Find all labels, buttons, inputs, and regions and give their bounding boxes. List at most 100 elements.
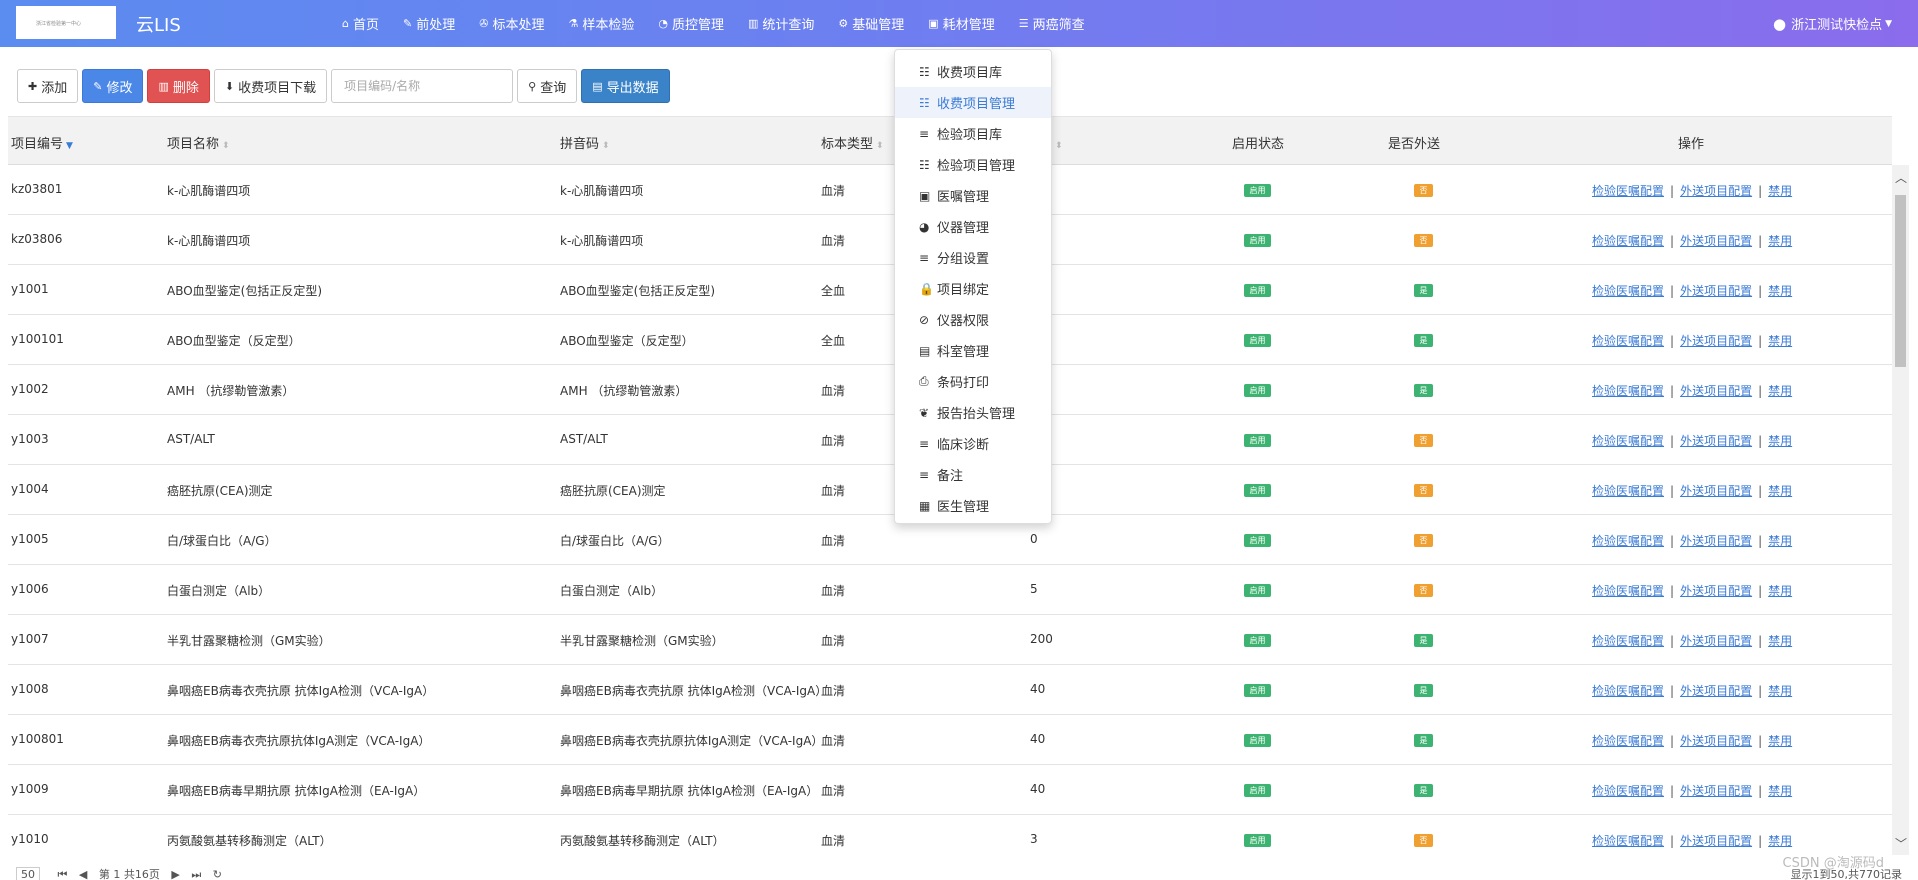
table-row[interactable]: y1009 鼻咽癌EB病毒早期抗原 抗体IgA检测（EA-IgA） 鼻咽癌EB病毒早…: [8, 765, 1892, 815]
config-order-link[interactable]: 检验医嘱配置: [1592, 584, 1664, 598]
outsource-config-link[interactable]: 外送项目配置: [1680, 234, 1752, 248]
config-order-link[interactable]: 检验医嘱配置: [1592, 534, 1664, 548]
outsource-config-link[interactable]: 外送项目配置: [1680, 184, 1752, 198]
config-order-link[interactable]: 检验医嘱配置: [1592, 234, 1664, 248]
cell-name: 半乳甘露聚糖检测（GM实验）: [167, 634, 331, 648]
dropdown-item-1[interactable]: ☷ 收费项目管理: [895, 87, 1051, 118]
dropdown-item-14[interactable]: ▦ 医生管理: [895, 490, 1051, 521]
disable-link[interactable]: 禁用: [1768, 334, 1792, 348]
config-order-link[interactable]: 检验医嘱配置: [1592, 634, 1664, 648]
table-row[interactable]: y100801 鼻咽癌EB病毒衣壳抗原抗体IgA测定（VCA-IgA） 鼻咽癌EB病…: [8, 715, 1892, 765]
dropdown-item-5[interactable]: ◕ 仪器管理: [895, 211, 1051, 242]
nav-item-1[interactable]: ✎ 前处理: [391, 0, 467, 47]
nav-item-5[interactable]: ▥ 统计查询: [736, 0, 826, 47]
config-order-link[interactable]: 检验医嘱配置: [1592, 284, 1664, 298]
config-order-link[interactable]: 检验医嘱配置: [1592, 684, 1664, 698]
vertical-scrollbar[interactable]: ︿ ﹀: [1892, 165, 1909, 855]
config-order-link[interactable]: 检验医嘱配置: [1592, 784, 1664, 798]
scroll-thumb[interactable]: [1895, 195, 1906, 367]
dropdown-item-9[interactable]: ▤ 科室管理: [895, 335, 1051, 366]
disable-link[interactable]: 禁用: [1768, 684, 1792, 698]
dropdown-item-8[interactable]: ⊘ 仪器权限: [895, 304, 1051, 335]
disable-link[interactable]: 禁用: [1768, 734, 1792, 748]
scroll-up-icon[interactable]: ︿: [1895, 169, 1907, 186]
config-order-link[interactable]: 检验医嘱配置: [1592, 384, 1664, 398]
row-actions: 检验医嘱配置 | 外送项目配置 | 禁用: [1592, 582, 1792, 599]
delete-button[interactable]: ▥ 删除: [147, 69, 210, 103]
scroll-down-icon[interactable]: ﹀: [1895, 835, 1907, 852]
page-size-select[interactable]: 50: [16, 867, 40, 880]
disable-link[interactable]: 禁用: [1768, 534, 1792, 548]
prev-page-icon[interactable]: ◀: [79, 868, 87, 880]
outsource-config-link[interactable]: 外送项目配置: [1680, 834, 1752, 848]
col-pinyin[interactable]: 拼音码 ⬍: [560, 133, 610, 152]
dropdown-item-3[interactable]: ☷ 检验项目管理: [895, 149, 1051, 180]
outsource-config-link[interactable]: 外送项目配置: [1680, 334, 1752, 348]
config-order-link[interactable]: 检验医嘱配置: [1592, 734, 1664, 748]
table-row[interactable]: y1010 丙氨酸氨基转移酶测定（ALT） 丙氨酸氨基转移酶测定（ALT） 血清 3 启用…: [8, 815, 1892, 856]
dropdown-item-0[interactable]: ☷ 收费项目库: [895, 56, 1051, 87]
edit-button[interactable]: ✎ 修改: [82, 69, 144, 103]
dropdown-item-11[interactable]: ❦ 报告抬头管理: [895, 397, 1051, 428]
outsource-config-link[interactable]: 外送项目配置: [1680, 584, 1752, 598]
refresh-icon[interactable]: ↻: [213, 868, 222, 880]
dropdown-item-7[interactable]: 🔒 项目绑定: [895, 273, 1051, 304]
config-order-link[interactable]: 检验医嘱配置: [1592, 834, 1664, 848]
disable-link[interactable]: 禁用: [1768, 284, 1792, 298]
outsource-config-link[interactable]: 外送项目配置: [1680, 634, 1752, 648]
outsource-config-link[interactable]: 外送项目配置: [1680, 684, 1752, 698]
outsource-config-link[interactable]: 外送项目配置: [1680, 734, 1752, 748]
disable-link[interactable]: 禁用: [1768, 434, 1792, 448]
nav-item-7[interactable]: ▣ 耗材管理: [916, 0, 1006, 47]
cell-code: y1006: [11, 582, 49, 596]
disable-link[interactable]: 禁用: [1768, 384, 1792, 398]
dropdown-item-13[interactable]: ≡ 备注: [895, 459, 1051, 490]
col-code[interactable]: 项目编号 ▼: [11, 133, 73, 152]
user-menu[interactable]: ● 浙江测试快检点 ▼: [1773, 14, 1892, 34]
dropdown-item-4[interactable]: ▣ 医嘱管理: [895, 180, 1051, 211]
disable-link[interactable]: 禁用: [1768, 784, 1792, 798]
config-order-link[interactable]: 检验医嘱配置: [1592, 434, 1664, 448]
nav-item-3[interactable]: ⚗ 样本检验: [556, 0, 646, 47]
cell-code: y1009: [11, 782, 49, 796]
nav-item-6[interactable]: ⚙ 基础管理: [826, 0, 916, 47]
dropdown-label: 仪器管理: [937, 221, 990, 236]
download-button[interactable]: ⬇ 收费项目下载: [213, 69, 328, 103]
search-input[interactable]: [331, 69, 514, 103]
outsource-config-link[interactable]: 外送项目配置: [1680, 484, 1752, 498]
config-order-link[interactable]: 检验医嘱配置: [1592, 334, 1664, 348]
outsource-config-link[interactable]: 外送项目配置: [1680, 784, 1752, 798]
disable-link[interactable]: 禁用: [1768, 584, 1792, 598]
dropdown-item-6[interactable]: ≡ 分组设置: [895, 242, 1051, 273]
disable-link[interactable]: 禁用: [1768, 834, 1792, 848]
config-order-link[interactable]: 检验医嘱配置: [1592, 484, 1664, 498]
query-button[interactable]: ⚲ 查询: [517, 69, 578, 103]
nav-item-0[interactable]: ⌂ 首页: [330, 0, 391, 47]
table-row[interactable]: y1008 鼻咽癌EB病毒衣壳抗原 抗体IgA检测（VCA-IgA） 鼻咽癌EB病毒…: [8, 665, 1892, 715]
dropdown-item-12[interactable]: ≡ 临床诊断: [895, 428, 1051, 459]
nav-item-4[interactable]: ◔ 质控管理: [646, 0, 736, 47]
dropdown-item-2[interactable]: ≡ 检验项目库: [895, 118, 1051, 149]
outsource-config-link[interactable]: 外送项目配置: [1680, 534, 1752, 548]
disable-link[interactable]: 禁用: [1768, 484, 1792, 498]
nav-item-2[interactable]: ✇ 标本处理: [467, 0, 556, 47]
table-row[interactable]: y1007 半乳甘露聚糖检测（GM实验） 半乳甘露聚糖检测（GM实验） 血清 200 启用…: [8, 615, 1892, 665]
table-row[interactable]: y1006 白蛋白测定（Alb） 白蛋白测定（Alb） 血清 5 启用 否 检验医嘱配置 | 外送…: [8, 565, 1892, 615]
col-sample-type[interactable]: 标本类型 ⬍: [821, 133, 884, 152]
outsource-config-link[interactable]: 外送项目配置: [1680, 284, 1752, 298]
dropdown-item-10[interactable]: ⎙ 条码打印: [895, 366, 1051, 397]
disable-link[interactable]: 禁用: [1768, 234, 1792, 248]
next-page-icon[interactable]: ▶: [171, 868, 179, 880]
outsource-config-link[interactable]: 外送项目配置: [1680, 384, 1752, 398]
export-button[interactable]: ▤ 导出数据: [581, 69, 670, 103]
outsource-config-link[interactable]: 外送项目配置: [1680, 434, 1752, 448]
cell-name: 鼻咽癌EB病毒衣壳抗原 抗体IgA检测（VCA-IgA）: [167, 684, 435, 698]
nav-item-8[interactable]: ☰ 两癌筛查: [1007, 0, 1097, 47]
last-page-icon[interactable]: ⏭: [191, 868, 201, 880]
disable-link[interactable]: 禁用: [1768, 634, 1792, 648]
add-button[interactable]: ✚ 添加: [17, 69, 79, 103]
first-page-icon[interactable]: ⏮: [58, 868, 68, 880]
col-name[interactable]: 项目名称 ⬍: [167, 133, 230, 152]
config-order-link[interactable]: 检验医嘱配置: [1592, 184, 1664, 198]
disable-link[interactable]: 禁用: [1768, 184, 1792, 198]
